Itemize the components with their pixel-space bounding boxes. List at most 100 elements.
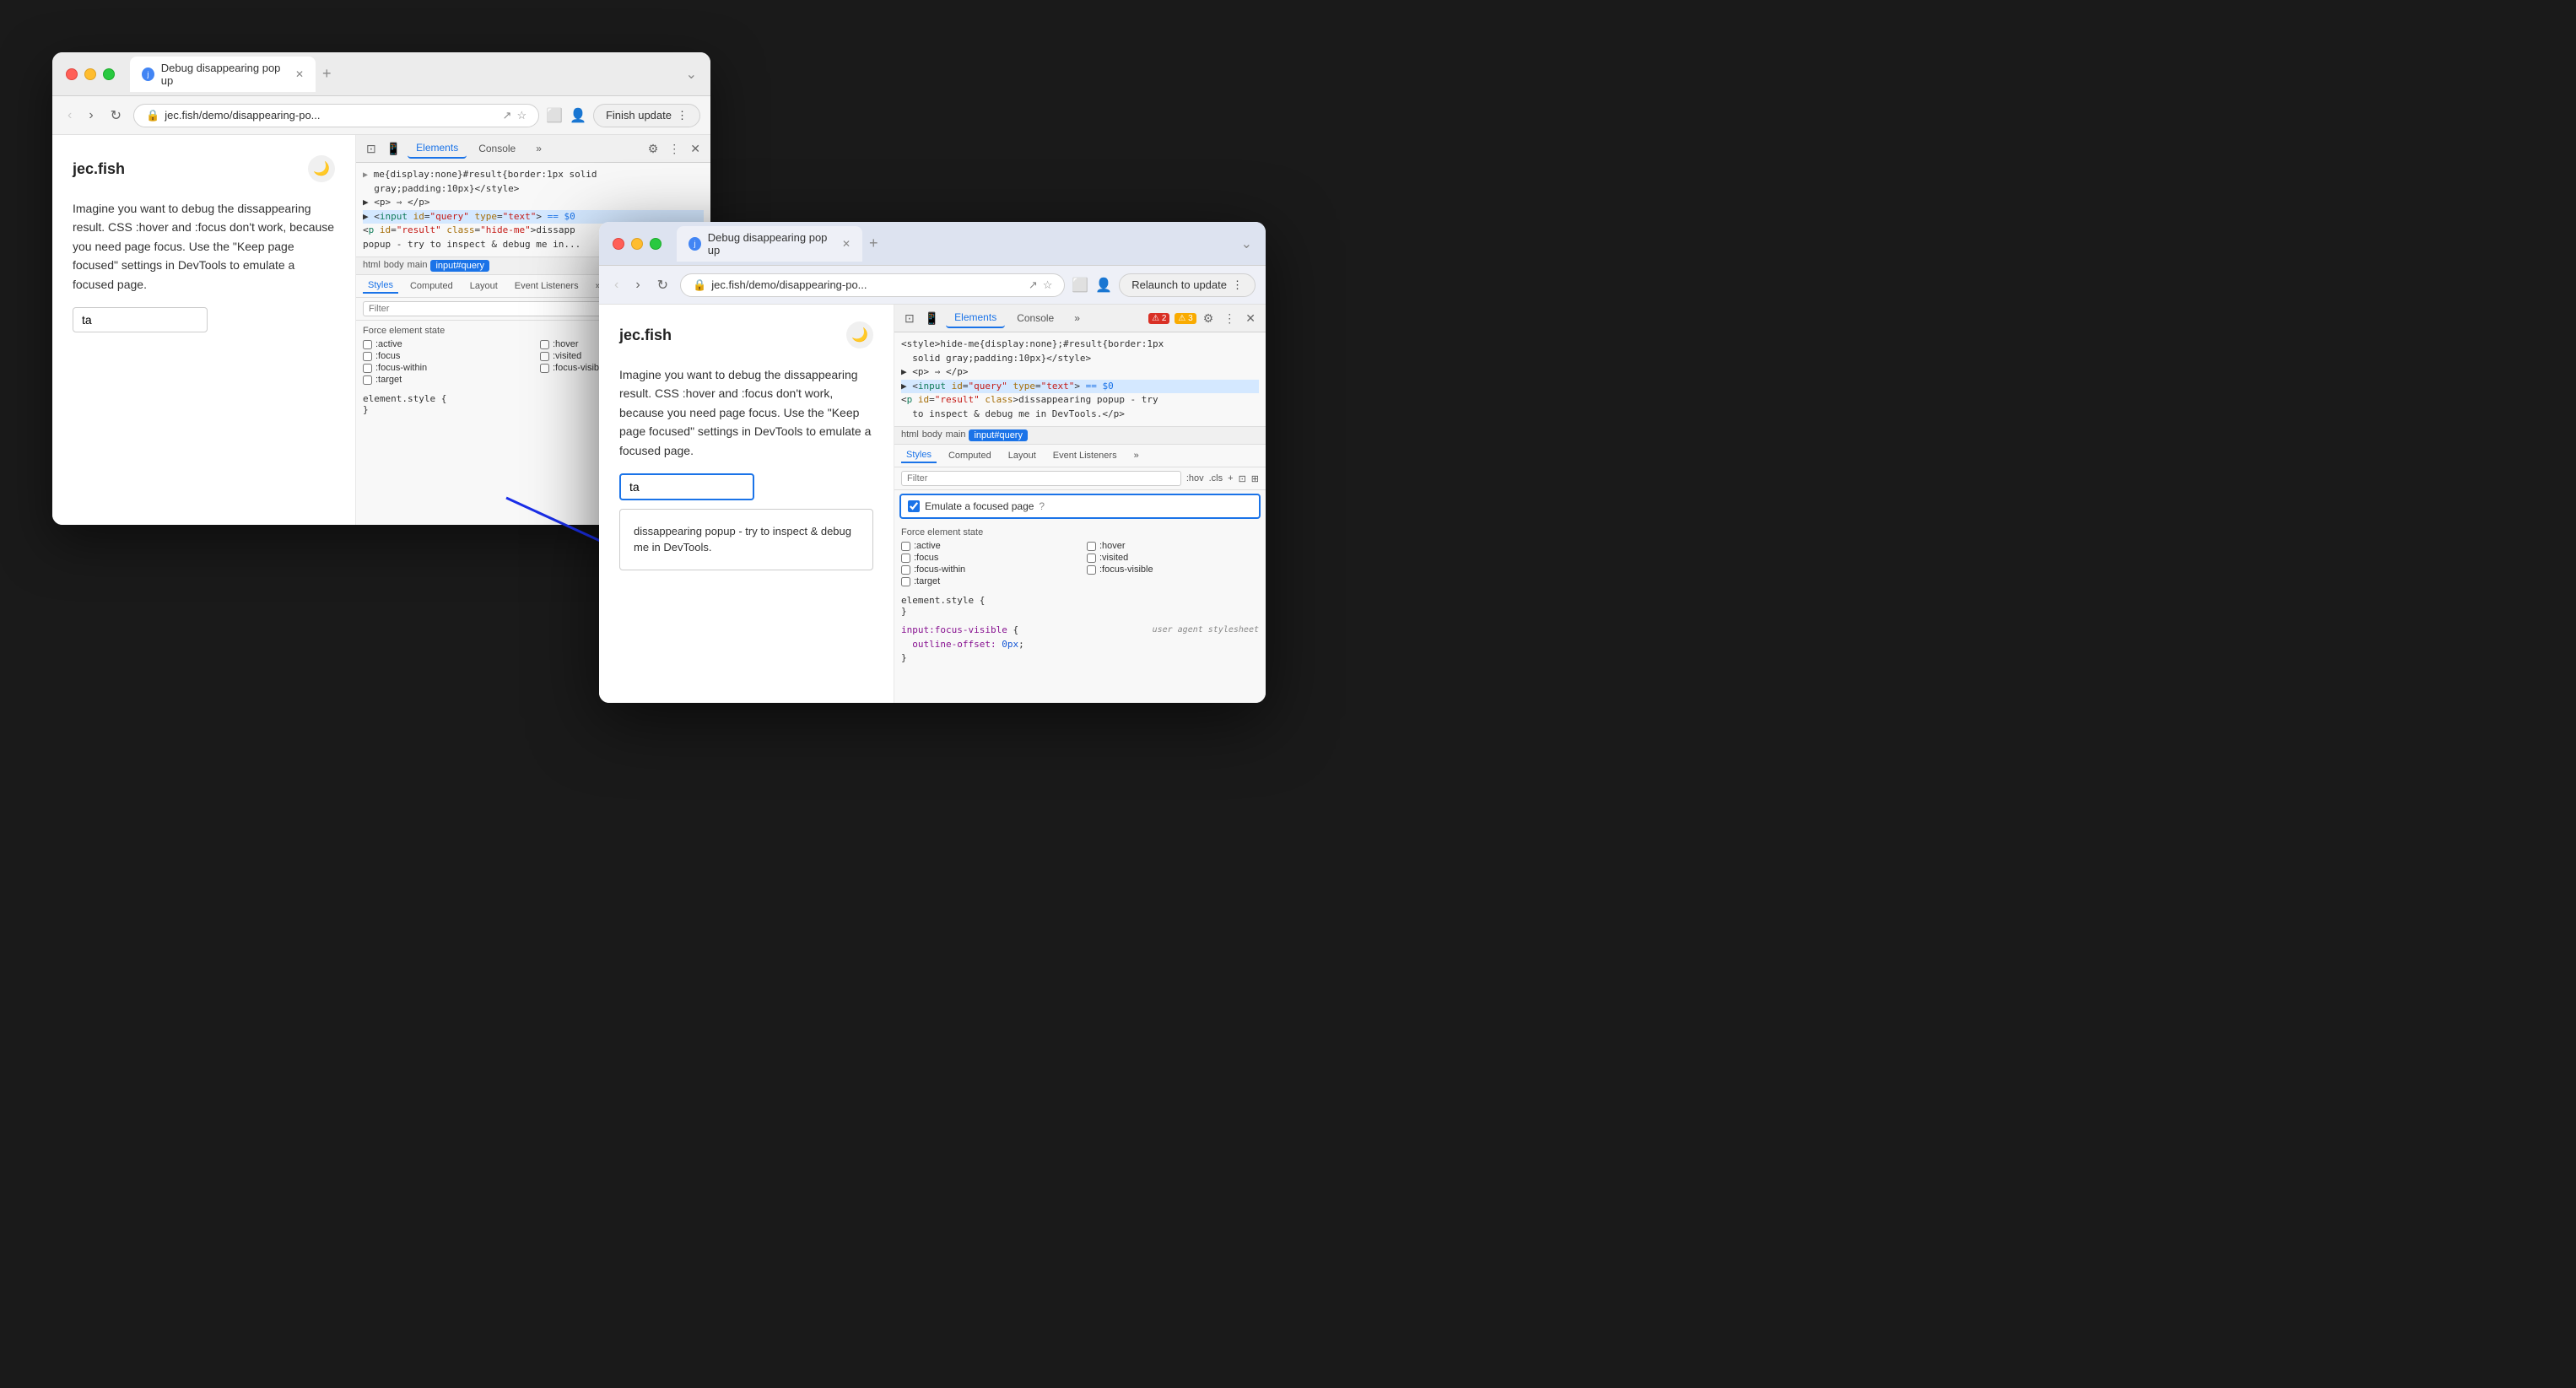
checkbox-focus-visible-1[interactable] [540,364,549,373]
checkbox-focus-2[interactable] [901,554,910,563]
minimize-button-2[interactable] [631,238,643,250]
devtools-device-icon-1[interactable]: 📱 [383,140,404,158]
styles-tab-1[interactable]: Styles [363,278,398,294]
profile-icon-1[interactable]: 👤 [570,107,586,124]
checkbox-hover-2[interactable] [1087,542,1096,551]
checkbox-visited-1[interactable] [540,352,549,361]
help-icon-emulate[interactable]: ? [1039,500,1045,512]
breadcrumb-main-2[interactable]: main [946,429,966,441]
checkbox-active-2[interactable] [901,542,910,551]
query-input-1[interactable] [73,307,208,332]
dark-mode-button-1[interactable]: 🌙 [308,155,335,182]
devtools-select-icon-2[interactable]: ⊡ [901,310,918,327]
devtools-select-icon-1[interactable]: ⊡ [363,140,380,158]
state-active-1[interactable]: :active [363,339,527,349]
add-style-2[interactable]: + [1228,473,1233,483]
emulate-focused-checkbox[interactable] [908,500,920,512]
more-styles-tab-2[interactable]: » [1129,449,1144,462]
back-button-1[interactable]: ‹ [62,105,77,127]
devtools-tab-elements-2[interactable]: Elements [946,308,1005,328]
event-listeners-tab-1[interactable]: Event Listeners [510,279,584,293]
devtools-tab-console-1[interactable]: Console [470,139,524,158]
state-focus-visible-2[interactable]: :focus-visible [1087,564,1259,575]
devtools-close-icon-2[interactable]: ✕ [1242,310,1259,327]
checkbox-visited-2[interactable] [1087,554,1096,563]
layout-tab-2[interactable]: Layout [1003,449,1041,462]
breadcrumb-html-1[interactable]: html [363,260,381,272]
state-target-2[interactable]: :target [901,576,1073,586]
devtools-tab-console-2[interactable]: Console [1008,309,1062,327]
breadcrumb-body-2[interactable]: body [922,429,942,441]
checkbox-target-2[interactable] [901,577,910,586]
minimize-button-1[interactable] [84,68,96,80]
devtools-tab-more-2[interactable]: » [1066,309,1088,327]
close-button-1[interactable] [66,68,78,80]
state-active-2[interactable]: :active [901,541,1073,551]
devtools-tab-elements-1[interactable]: Elements [408,138,467,159]
devtools-close-icon-1[interactable]: ✕ [687,140,704,158]
hov-button-2[interactable]: :hov [1186,473,1204,483]
state-hover-2[interactable]: :hover [1087,541,1259,551]
checkbox-focus-visible-2[interactable] [1087,565,1096,575]
copy-style-2[interactable]: ⊞ [1251,473,1259,484]
layout-tab-1[interactable]: Layout [465,279,503,293]
checkbox-active-1[interactable] [363,340,372,349]
new-tab-button-2[interactable]: + [869,235,878,252]
devtools-settings-icon-2[interactable]: ⚙ [1200,310,1218,327]
state-focus-within-2[interactable]: :focus-within [901,564,1073,575]
reload-button-1[interactable]: ↻ [105,104,127,127]
devtools-tab-more-1[interactable]: » [527,139,550,158]
forward-button-1[interactable]: › [84,105,98,127]
breadcrumb-input-1[interactable]: input#query [430,260,489,272]
finish-update-button[interactable]: Finish update ⋮ [593,104,700,127]
relaunch-button[interactable]: Relaunch to update ⋮ [1119,273,1256,297]
event-listeners-tab-2[interactable]: Event Listeners [1048,449,1122,462]
state-focus-1[interactable]: :focus [363,351,527,361]
computed-tab-2[interactable]: Computed [943,449,996,462]
tab-close-1[interactable]: ✕ [295,68,304,80]
cls-button-2[interactable]: .cls [1209,473,1223,483]
state-visited-2[interactable]: :visited [1087,553,1259,563]
extensions-icon-2[interactable]: ⬜ [1072,277,1088,294]
checkbox-hover-1[interactable] [540,340,549,349]
address-bar-2[interactable]: 🔒 jec.fish/demo/disappearing-po... ↗ ☆ [680,273,1065,297]
active-tab-2[interactable]: j Debug disappearing pop up ✕ [677,226,862,262]
devtools-more-icon-1[interactable]: ⋮ [665,140,683,158]
state-target-1[interactable]: :target [363,375,527,385]
breadcrumb-main-1[interactable]: main [408,260,428,272]
breadcrumb-body-1[interactable]: body [384,260,404,272]
tab-menu-1[interactable]: ⌄ [686,66,697,83]
breadcrumb-html-2[interactable]: html [901,429,919,441]
tab-close-2[interactable]: ✕ [842,238,851,250]
maximize-button-1[interactable] [103,68,115,80]
filter-input-1[interactable] [363,301,639,316]
maximize-button-2[interactable] [650,238,662,250]
back-button-2[interactable]: ‹ [609,274,624,296]
reload-button-2[interactable]: ↻ [652,273,673,297]
styles-tab-2[interactable]: Styles [901,448,937,463]
checkbox-focus-1[interactable] [363,352,372,361]
state-focus-within-1[interactable]: :focus-within [363,363,527,373]
dark-mode-button-2[interactable]: 🌙 [846,321,873,348]
forward-button-2[interactable]: › [630,274,645,296]
computed-tab-1[interactable]: Computed [405,279,458,293]
query-input-2[interactable] [619,473,754,500]
more-style-opts-2[interactable]: ⊡ [1239,473,1246,484]
devtools-more-icon-2[interactable]: ⋮ [1220,310,1239,327]
active-tab-1[interactable]: j Debug disappearing pop up ✕ [130,57,316,92]
emulate-focused-row[interactable]: Emulate a focused page ? [899,494,1261,519]
tab-menu-2[interactable]: ⌄ [1241,235,1252,252]
profile-icon-2[interactable]: 👤 [1095,277,1112,294]
devtools-settings-icon-1[interactable]: ⚙ [645,140,662,158]
checkbox-focus-within-1[interactable] [363,364,372,373]
breadcrumb-input-2[interactable]: input#query [969,429,1028,441]
checkbox-focus-within-2[interactable] [901,565,910,575]
devtools-device-icon-2[interactable]: 📱 [921,310,942,327]
state-focus-2[interactable]: :focus [901,553,1073,563]
extensions-icon-1[interactable]: ⬜ [546,107,563,124]
checkbox-target-1[interactable] [363,375,372,385]
close-button-2[interactable] [613,238,624,250]
new-tab-button-1[interactable]: + [322,65,332,83]
filter-input-2[interactable] [901,471,1181,486]
address-bar-1[interactable]: 🔒 jec.fish/demo/disappearing-po... ↗ ☆ [133,104,539,127]
